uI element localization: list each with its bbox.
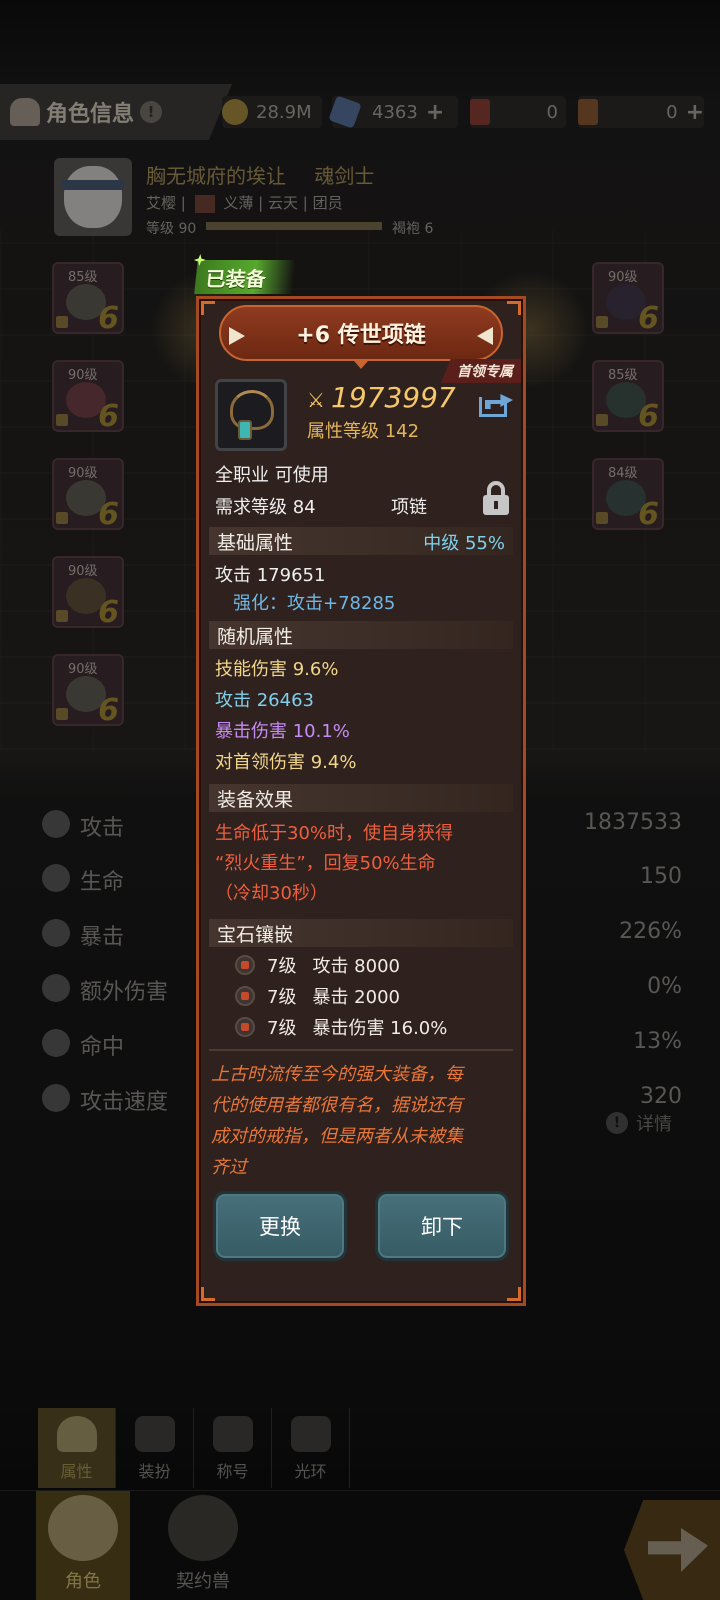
grade-label: 中级 <box>423 533 460 554</box>
grade-percent: 55% <box>464 533 505 554</box>
item-title: +6 传世项链 <box>296 323 426 348</box>
triangle-left-icon <box>229 327 245 345</box>
section-title: 宝石镶嵌 <box>217 923 294 946</box>
item-detail-popup: +6 传世项链 首领专属 ⚔ 1973997 属性等级 142 全职业 可使用 … <box>196 296 526 1306</box>
gem-stat: 暴击 2000 <box>312 987 400 1008</box>
gem-stat: 攻击 8000 <box>312 956 400 977</box>
title-ornament <box>354 361 368 369</box>
lock-icon[interactable] <box>483 481 509 515</box>
gem-icon <box>235 1017 255 1037</box>
divider <box>209 1049 513 1051</box>
effect-line-2: “烈火重生”，回复50%生命 <box>215 853 436 874</box>
necklace-icon <box>215 379 287 451</box>
quality-grade: 中级 55% <box>423 529 505 555</box>
lore-line: 代的使用者都很有名，据说还有 <box>211 1095 463 1116</box>
random-attr-skill-damage: 技能伤害 9.6% <box>215 659 339 680</box>
gem-icon <box>235 986 255 1006</box>
attribute-level: 属性等级 142 <box>307 421 420 442</box>
share-icon[interactable] <box>479 389 513 419</box>
section-title: 随机属性 <box>217 625 294 648</box>
random-attr-crit-damage: 暴击伤害 10.1% <box>215 721 350 742</box>
section-base-attributes: 基础属性 中级 55% <box>209 527 513 555</box>
triangle-right-icon <box>477 327 493 345</box>
item-lore: 上古时流传至今的强大装备，每 代的使用者都很有名，据说还有 成对的戒指，但是两者… <box>211 1059 513 1183</box>
gem-row: 7级 攻击 8000 <box>235 951 400 979</box>
gem-stat: 暴击伤害 16.0% <box>312 1018 448 1039</box>
item-title-plate: +6 传世项链 <box>219 305 503 361</box>
random-attr-attack: 攻击 26463 <box>215 690 314 711</box>
equipped-badge: 已装备 <box>194 260 296 294</box>
base-attack: 攻击 179651 <box>215 565 326 586</box>
effect-line-3: （冷却30秒） <box>215 883 328 904</box>
unequip-button[interactable]: 卸下 <box>375 1191 509 1261</box>
equipped-label: 已装备 <box>204 266 268 291</box>
gem-row: 7级 暴击 2000 <box>235 982 400 1010</box>
section-random-attributes: 随机属性 <box>209 621 513 649</box>
section-gem-socket: 宝石镶嵌 <box>209 919 513 947</box>
gem-level: 7级 <box>267 987 297 1008</box>
item-slot-type: 项链 <box>391 497 427 518</box>
lore-line: 成对的戒指，但是两者从未被集 <box>211 1126 463 1147</box>
enhance-bonus: 强化：攻击+78285 <box>233 593 396 614</box>
gem-level: 7级 <box>267 1018 297 1039</box>
power-icon: ⚔ <box>307 388 325 412</box>
section-title: 装备效果 <box>217 788 294 811</box>
section-equip-effect: 装备效果 <box>209 784 513 812</box>
item-power: 1973997 <box>331 381 456 414</box>
boss-exclusive-tag: 首领专属 <box>441 359 521 383</box>
usable-class: 全职业 可使用 <box>215 465 329 486</box>
section-title: 基础属性 <box>217 531 294 554</box>
replace-button[interactable]: 更换 <box>213 1191 347 1261</box>
effect-line-1: 生命低于30%时，使自身获得 <box>215 823 454 844</box>
gem-level: 7级 <box>267 956 297 977</box>
lore-line: 齐过 <box>211 1157 247 1178</box>
random-attr-boss-damage: 对首领伤害 9.4% <box>215 752 357 773</box>
gem-row: 7级 暴击伤害 16.0% <box>235 1013 447 1041</box>
required-level: 需求等级 84 <box>215 497 316 518</box>
lore-line: 上古时流传至今的强大装备，每 <box>211 1064 463 1085</box>
gem-icon <box>235 955 255 975</box>
